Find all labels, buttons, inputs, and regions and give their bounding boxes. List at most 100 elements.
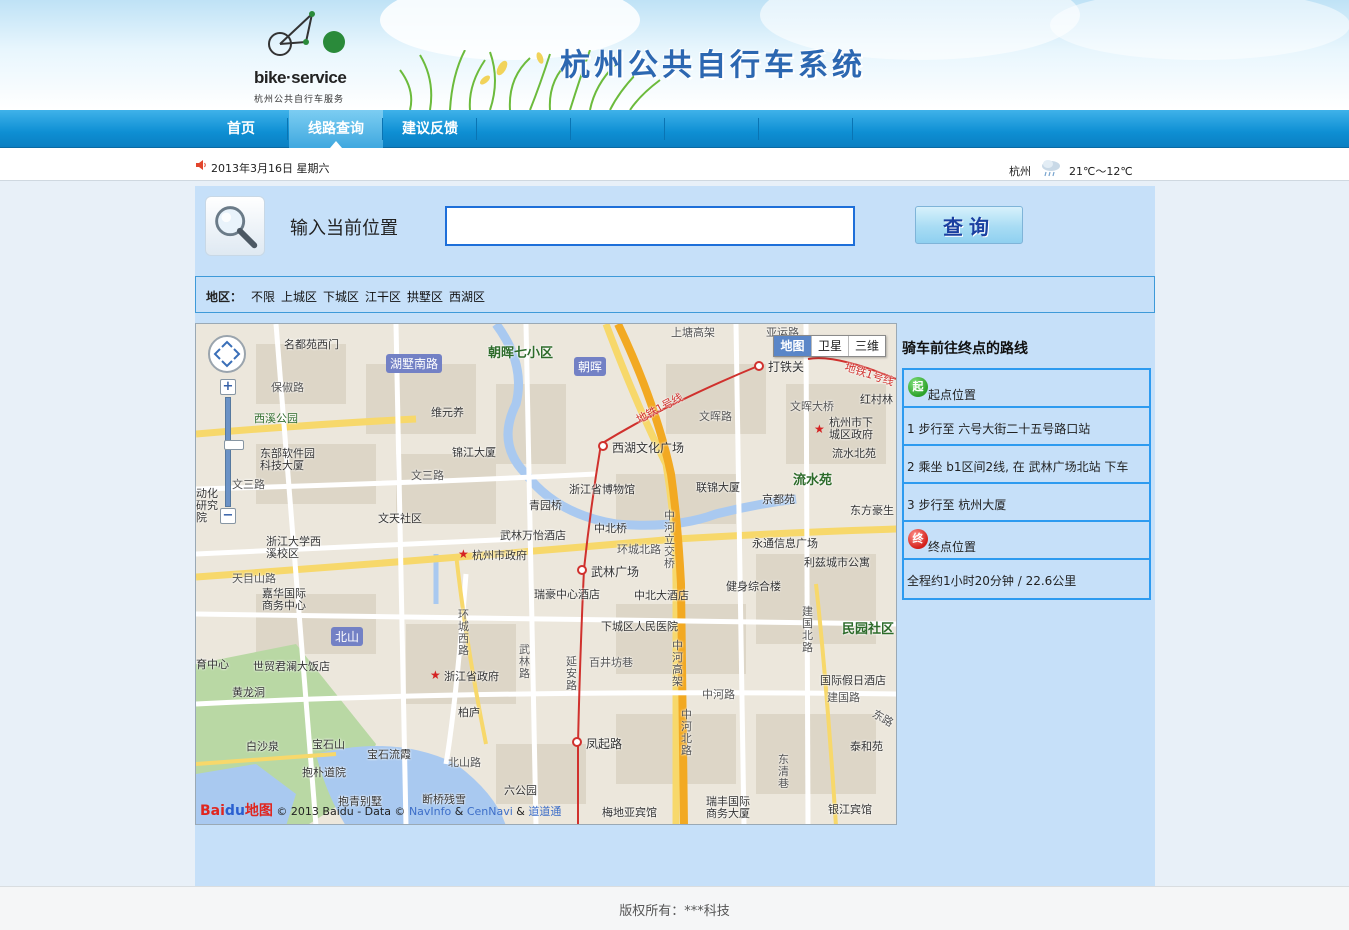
map-label: 百井坊巷 [589, 656, 633, 669]
baidu-logo-part: du [224, 803, 245, 819]
end-marker-icon: 终 [908, 529, 928, 549]
map-label: 文晖路 [699, 410, 732, 423]
map-label: 世贸君澜大饭店 [253, 660, 330, 673]
metro-station-marker[interactable] [577, 565, 587, 575]
header-cloud [1050, 0, 1349, 60]
map-label: 国际假日酒店 [820, 674, 886, 687]
government-star-icon: ★ [430, 668, 441, 682]
route-step-row[interactable]: 2 乘坐 b1区间2线, 在 武林广场北站 下车 [904, 446, 1149, 484]
district-option-all[interactable]: 不限 [251, 288, 275, 305]
route-step-text: 3 步行至 杭州大厦 [907, 498, 1007, 512]
map-label: 东清巷 [778, 753, 789, 790]
map-type-satellite[interactable]: 卫星 [811, 336, 848, 356]
info-bar: 2013年3月16日 星期六 杭州 21℃～12℃ [0, 148, 1349, 181]
government-star-icon: ★ [814, 422, 825, 436]
map-label: 中河高架 [672, 639, 683, 688]
district-label: 地区： [206, 290, 243, 304]
map-label: 上塘高架 [671, 326, 715, 339]
nav-separator [758, 118, 759, 140]
district-option-gongshu[interactable]: 拱墅区 [407, 288, 443, 305]
baidu-logo-part: Bai [200, 803, 225, 819]
copyright-footer: 版权所有：***科技 [619, 904, 730, 919]
map-label: 中河路 [702, 688, 735, 701]
map-label: 中河立交桥 [664, 509, 675, 570]
metro-station-marker[interactable] [598, 441, 608, 451]
map-type-map[interactable]: 地图 [774, 336, 811, 356]
map-label: 文天社区 [378, 512, 422, 525]
district-option-xihu[interactable]: 西湖区 [449, 288, 485, 305]
zoom-slider-track[interactable] [224, 397, 244, 507]
map-label: 杭州市政府 [472, 549, 527, 562]
magnifier-icon-box [205, 196, 265, 256]
map-label: 环城北路 [617, 543, 661, 556]
map-label: 泰和苑 [850, 740, 883, 753]
map-label: 流水苑 [793, 473, 833, 488]
map-label: 浙江省政府 [444, 670, 499, 683]
map-label: 瑞豪中心酒店 [534, 588, 600, 601]
map-label: 文三路 [411, 469, 444, 482]
map-district-badge: 北山 [331, 627, 364, 646]
map-label: 杭州市下城区政府 [829, 416, 873, 441]
baidu-map[interactable]: 名都苑西门 朝晖七小区 保俶路 西溪公园 维元养 锦江大厦 东部软件园科技大厦 … [195, 323, 897, 825]
map-label: 保俶路 [271, 381, 304, 394]
map-label: 东部软件园科技大厦 [260, 447, 315, 472]
metro-station-marker[interactable] [572, 737, 582, 747]
search-button[interactable]: 查询 [915, 206, 1023, 244]
district-option-xiacheng[interactable]: 下城区 [323, 288, 359, 305]
speaker-icon [196, 160, 206, 170]
nav-separator [287, 118, 288, 140]
data-source-link[interactable]: CenNavi [467, 805, 513, 818]
district-option-jianggan[interactable]: 江干区 [365, 288, 401, 305]
route-start-row: 起 起点位置 [904, 370, 1149, 408]
metro-station-label: 打铁关 [768, 360, 805, 374]
map-label: 联锦大厦 [696, 481, 740, 494]
route-steps-table: 起 起点位置 1 步行至 六号大街二十五号路口站 2 乘坐 b1区间2线, 在 … [902, 368, 1151, 600]
zoom-control: + − [220, 379, 244, 527]
map-label: 锦江大厦 [452, 446, 496, 459]
map-copyright: Baidu地图 © 2013 Baidu - Data © NavInfo & … [200, 800, 561, 820]
search-label: 输入当前位置 [290, 218, 398, 239]
zoom-out-button[interactable]: − [220, 508, 236, 524]
map-label: 下城区人民医院 [601, 620, 678, 633]
map-label: 建国北路 [802, 605, 813, 654]
route-step-text: 2 乘坐 b1区间2线, 在 武林广场北站 下车 [907, 460, 1129, 474]
zoom-in-button[interactable]: + [220, 379, 236, 395]
nav-item-feedback[interactable]: 建议反馈 [383, 110, 477, 148]
map-label: 天目山路 [232, 572, 276, 585]
map-label: 名都苑西门 [284, 338, 339, 351]
nav-item-home[interactable]: 首页 [194, 110, 288, 148]
route-step-row[interactable]: 3 步行至 杭州大厦 [904, 484, 1149, 522]
nav-separator [664, 118, 665, 140]
zoom-slider-handle[interactable] [224, 440, 244, 450]
main-panel: 输入当前位置 查询 地区： 不限 上城区 下城区 江干区 拱墅区 西湖区 名都苑… [195, 186, 1155, 886]
map-label: 维元养 [431, 406, 464, 419]
map-label: 白沙泉 [246, 740, 279, 753]
route-step-row[interactable]: 1 步行至 六号大街二十五号路口站 [904, 408, 1149, 446]
metro-station-marker[interactable] [754, 361, 764, 371]
current-date: 2013年3月16日 星期六 [211, 162, 330, 175]
route-title: 骑车前往终点的路线 [902, 341, 1028, 357]
map-label: 延安路 [566, 655, 577, 692]
map-pan-control[interactable] [208, 335, 246, 373]
map-label: 梅地亚宾馆 [602, 806, 657, 819]
weather-city: 杭州 [1009, 165, 1031, 178]
route-end-label: 终点位置 [928, 540, 977, 554]
data-source-link[interactable]: NavInfo [409, 805, 451, 818]
weather-temperature: 21℃～12℃ [1069, 165, 1133, 178]
pan-arrows-icon [213, 340, 241, 368]
location-search-input[interactable] [445, 206, 855, 246]
map-label: 健身综合楼 [726, 580, 781, 593]
data-source-link[interactable]: 道道通 [528, 805, 561, 818]
district-option-shangcheng[interactable]: 上城区 [281, 288, 317, 305]
map-label: 育中心 [196, 658, 229, 671]
map-label: 柏庐 [458, 706, 480, 719]
cloud-rain-icon [1042, 160, 1060, 177]
map-type-3d[interactable]: 三维 [848, 336, 885, 356]
map-label: 宝石流霞 [367, 748, 411, 761]
main-nav: 首页 线路查询 建议反馈 [0, 110, 1349, 148]
map-label: 中北大酒店 [634, 589, 689, 602]
map-label: 浙江省博物馆 [569, 483, 635, 496]
weather-widget: 杭州 21℃～12℃ [1009, 163, 1133, 179]
map-label: 流水北苑 [832, 447, 876, 460]
map-label: 中北桥 [594, 522, 627, 535]
